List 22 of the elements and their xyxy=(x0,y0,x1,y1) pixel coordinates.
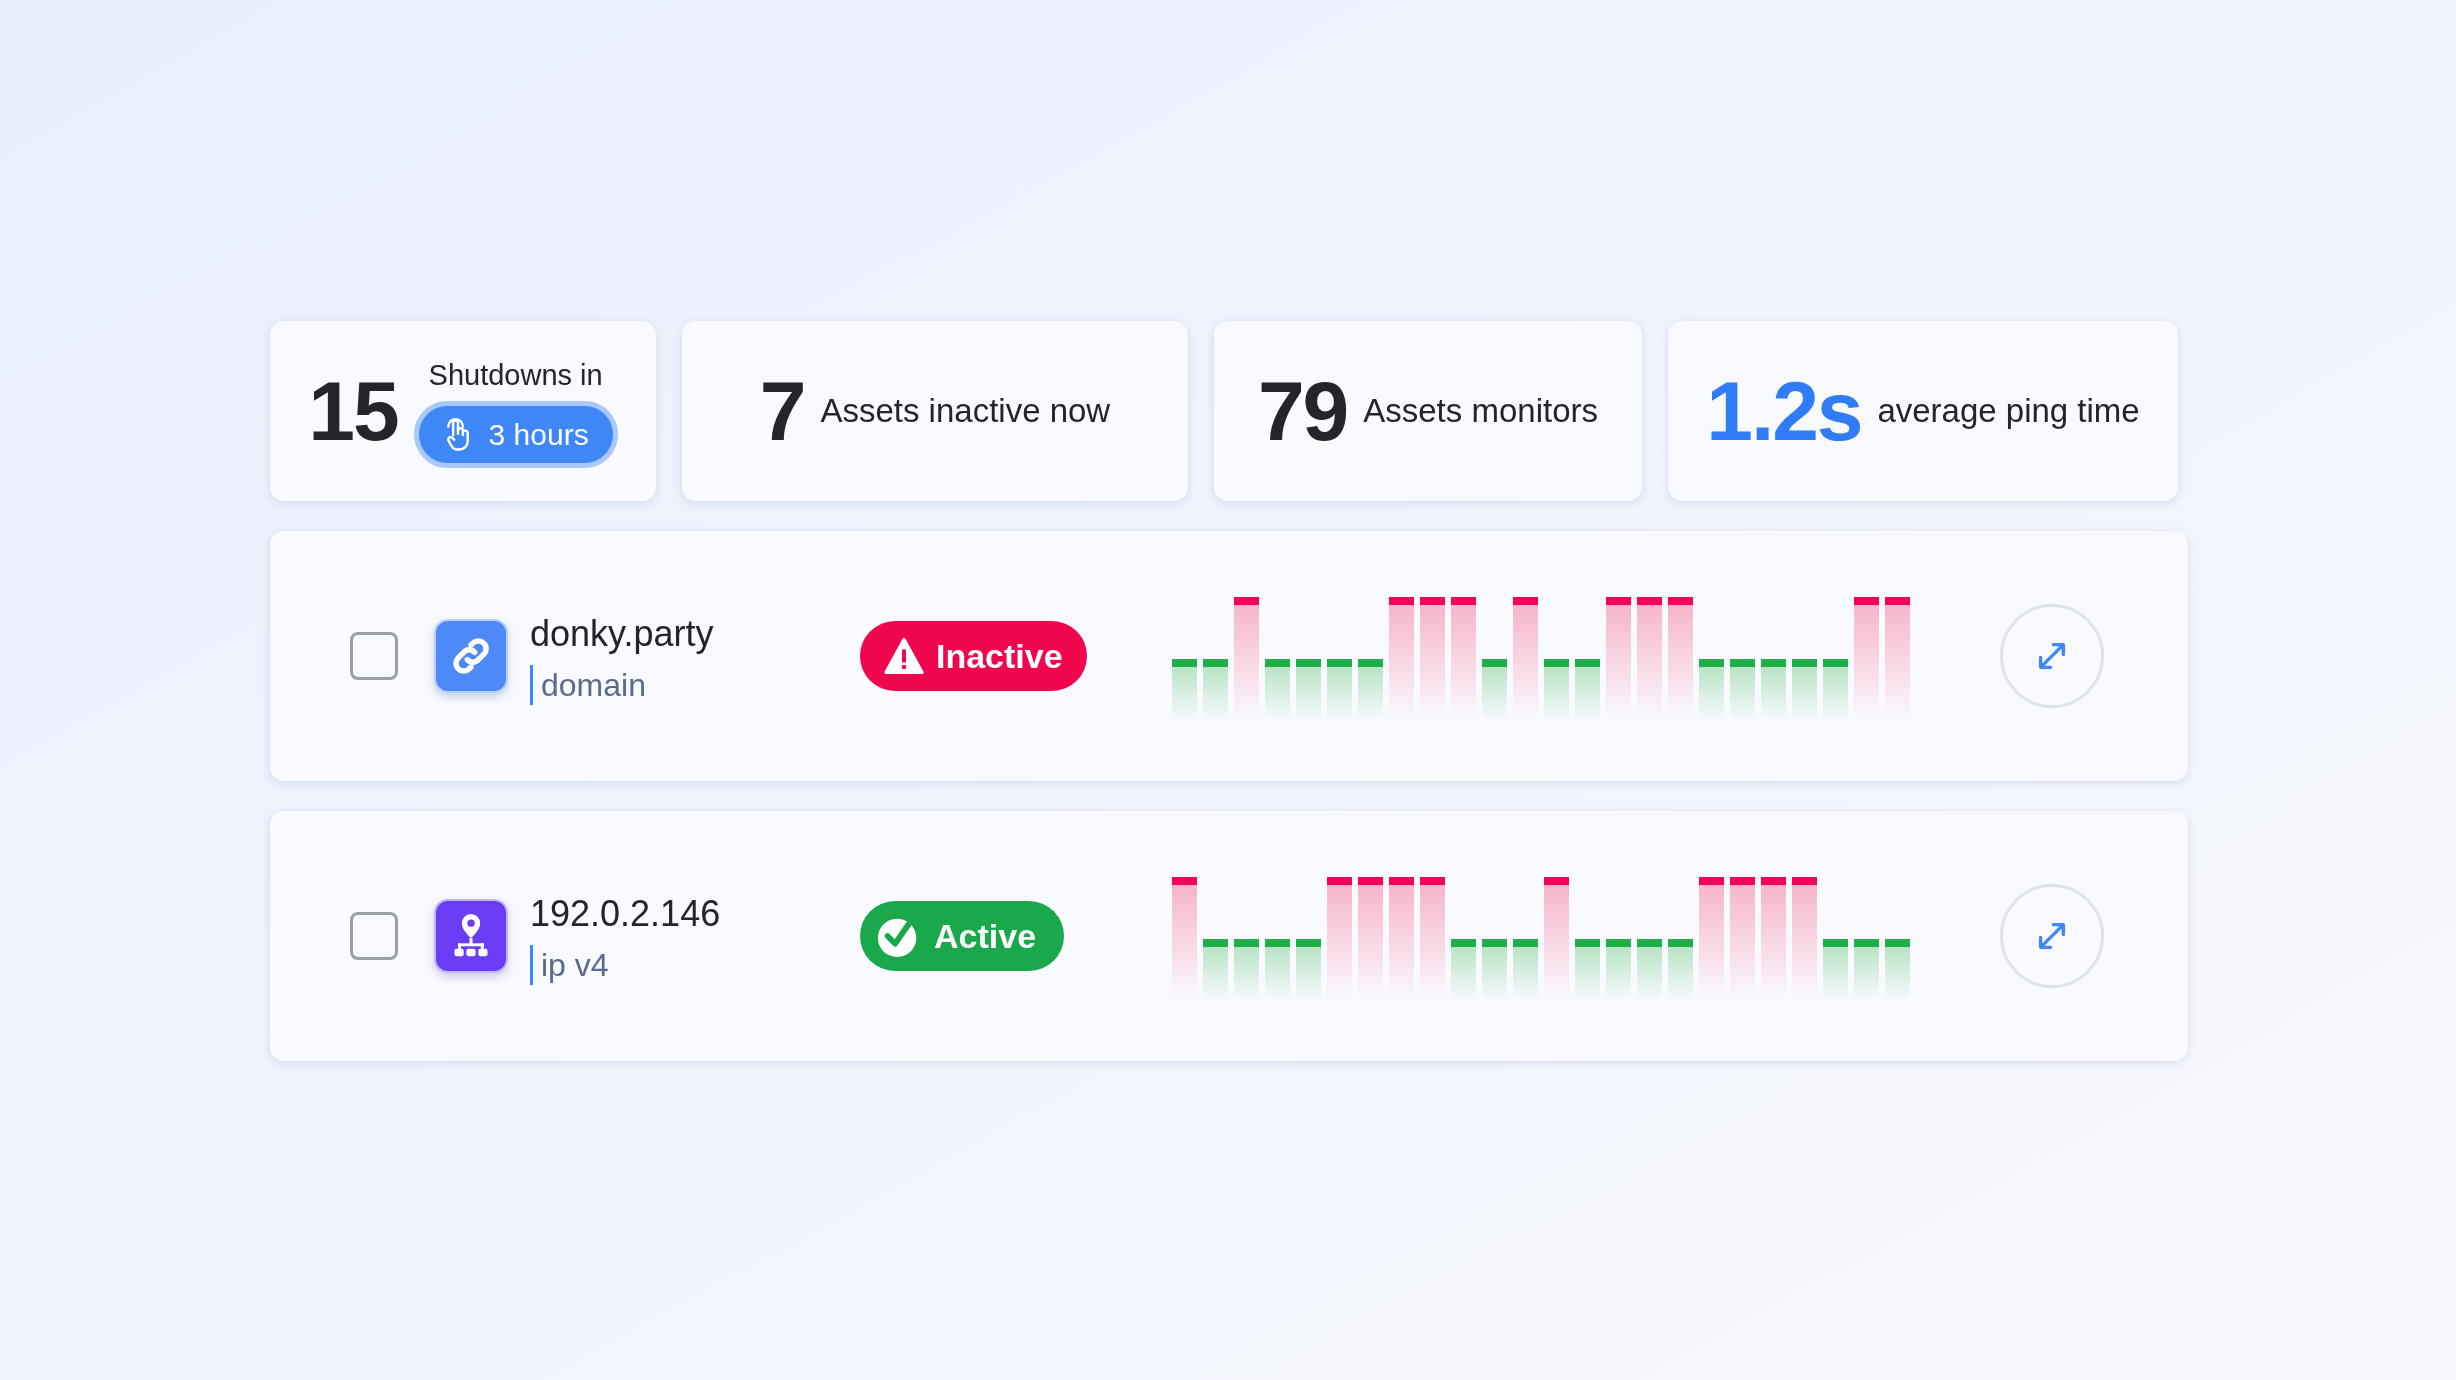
badge-text: 3 hours xyxy=(488,417,589,454)
asset-type: domain xyxy=(530,665,860,705)
stat-label: Assets inactive now xyxy=(820,391,1111,432)
asset-name: 192.0.2.146 xyxy=(530,892,722,936)
expand-button[interactable] xyxy=(2000,604,2104,708)
stat-value: 1.2s xyxy=(1706,369,1862,453)
status-badge: Inactive xyxy=(860,621,1087,691)
network-pin-icon xyxy=(434,899,508,973)
checkbox[interactable] xyxy=(350,632,398,680)
asset-name: donky.party xyxy=(530,612,715,656)
checkbox[interactable] xyxy=(350,912,398,960)
warning-icon xyxy=(884,638,924,674)
stat-value: 79 xyxy=(1258,369,1348,453)
link-icon xyxy=(434,619,508,693)
status-badge: Active xyxy=(860,901,1065,971)
stat-label: Assets monitors xyxy=(1363,391,1598,432)
asset-type: ip v4 xyxy=(530,945,860,985)
stat-label: Shutdowns in xyxy=(428,357,603,393)
expand-button[interactable] xyxy=(2000,884,2104,988)
stat-value: 7 xyxy=(759,369,805,453)
stat-label: average ping time xyxy=(1877,391,2140,432)
stat-value: 15 xyxy=(308,369,398,453)
